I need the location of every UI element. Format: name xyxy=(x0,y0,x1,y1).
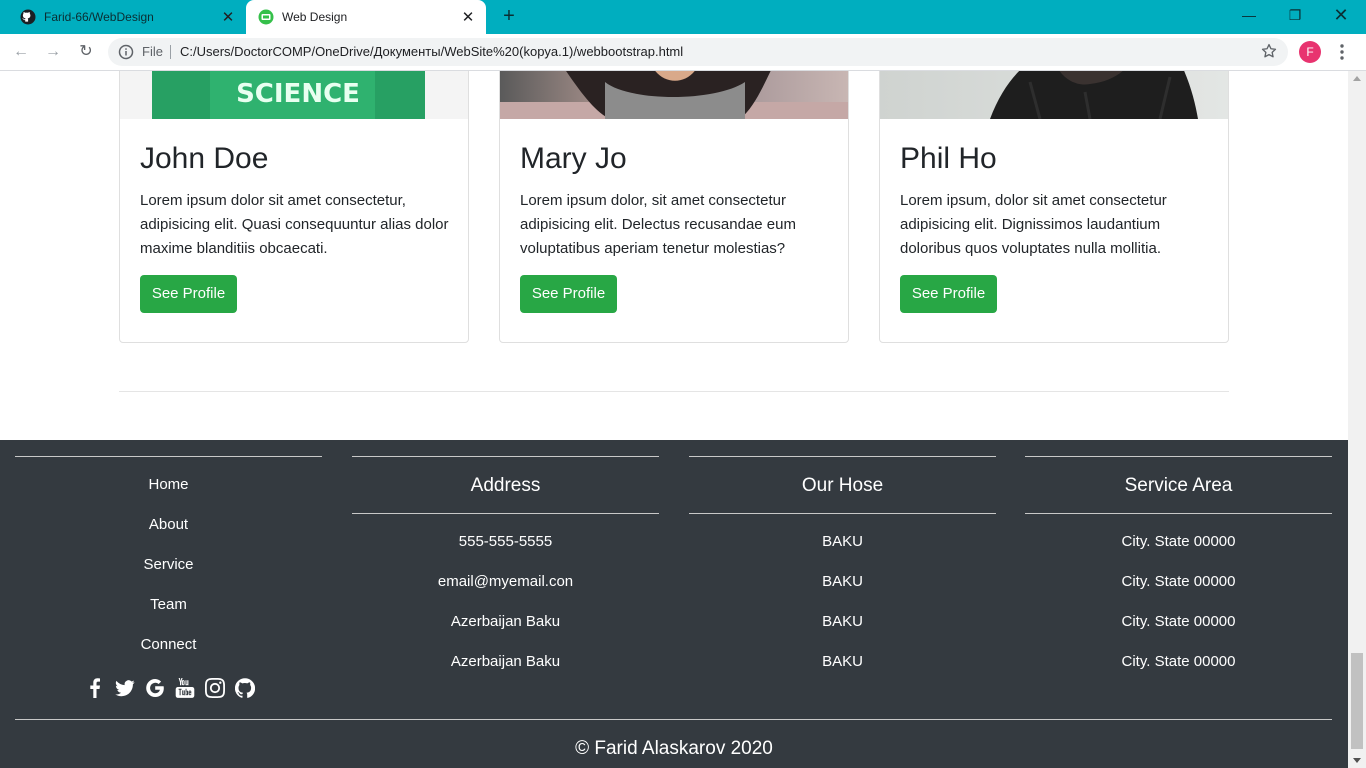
mary-jo-photo xyxy=(500,71,848,119)
column-top-line xyxy=(15,456,322,457)
see-profile-button[interactable]: See Profile xyxy=(520,275,617,313)
footer-bottom-line xyxy=(15,719,1332,720)
card-name: Phil Ho xyxy=(900,142,997,175)
page-viewport: SCIENCE John Doe Lorem ipsum dolor sit a… xyxy=(0,71,1348,768)
footer-link-team[interactable]: Team xyxy=(15,596,322,613)
column-top-line xyxy=(1025,456,1332,457)
service-area-item: City. State 00000 xyxy=(1121,533,1236,550)
scroll-down-arrow-icon[interactable] xyxy=(1353,758,1361,763)
column-top-line xyxy=(689,456,996,457)
service-area-item: City. State 00000 xyxy=(1121,573,1236,590)
tab-farid-webdesign[interactable]: Farid-66/WebDesign ✕ xyxy=(8,0,246,34)
forward-arrow-icon[interactable]: → xyxy=(42,41,64,63)
card-text: Lorem ipsum, dolor sit amet consectetur … xyxy=(900,192,1167,257)
info-icon[interactable] xyxy=(118,44,134,60)
heading-underline xyxy=(352,513,659,514)
heading-underline xyxy=(689,513,996,514)
file-label: File xyxy=(142,44,163,59)
twitter-icon[interactable] xyxy=(115,678,135,698)
footer-link-about[interactable]: About xyxy=(15,516,322,533)
address-separator xyxy=(170,45,171,59)
bookmark-star-icon[interactable] xyxy=(1260,42,1278,60)
facebook-icon[interactable] xyxy=(85,678,105,698)
footer-link-service[interactable]: Service xyxy=(15,556,322,573)
browser-toolbar: ← → ↻ File C:/Users/DoctorCOMP/OneDrive/… xyxy=(0,34,1366,71)
tab-title: Web Design xyxy=(282,10,348,24)
page-scrollbar[interactable] xyxy=(1348,71,1366,768)
youtube-icon[interactable] xyxy=(175,678,195,698)
more-menu-icon[interactable] xyxy=(1334,41,1350,63)
address-item: Azerbaijan Baku xyxy=(450,613,561,630)
hose-item: BAKU xyxy=(822,613,863,630)
social-icons xyxy=(85,676,255,700)
google-icon[interactable] xyxy=(145,678,165,698)
tab-web-design[interactable]: Web Design ✕ xyxy=(246,0,486,34)
service-area-item: City. State 00000 xyxy=(1121,613,1236,630)
web-design-favicon-icon xyxy=(258,9,274,25)
back-arrow-icon[interactable]: ← xyxy=(10,41,32,63)
instagram-icon[interactable] xyxy=(205,678,225,698)
github-icon[interactable] xyxy=(235,678,255,698)
see-profile-button[interactable]: See Profile xyxy=(140,275,237,313)
team-card: Mary Jo Lorem ipsum dolor, sit amet cons… xyxy=(499,71,849,343)
column-heading: Address xyxy=(470,475,541,496)
column-heading: Service Area xyxy=(1124,475,1233,496)
hose-item: BAKU xyxy=(822,533,863,550)
url-text[interactable]: C:/Users/DoctorCOMP/OneDrive/Документы/W… xyxy=(180,44,683,59)
address-item: email@myemail.con xyxy=(437,573,574,590)
team-card: SCIENCE John Doe Lorem ipsum dolor sit a… xyxy=(119,71,469,343)
shirt-text: SCIENCE xyxy=(236,79,360,109)
card-text: Lorem ipsum dolor sit amet consectetur, … xyxy=(140,192,449,257)
tab-close-icon[interactable]: ✕ xyxy=(456,8,480,26)
tab-close-icon[interactable]: ✕ xyxy=(216,8,240,26)
github-favicon-icon xyxy=(20,9,36,25)
phil-ho-photo xyxy=(880,71,1228,119)
section-divider xyxy=(119,391,1229,392)
address-item: 555-555-5555 xyxy=(458,533,553,550)
card-name: John Doe xyxy=(140,142,269,175)
hose-item: BAKU xyxy=(822,653,863,670)
minimize-icon[interactable]: — xyxy=(1226,0,1272,30)
card-text: Lorem ipsum dolor, sit amet consectetur … xyxy=(520,192,796,257)
card-name: Mary Jo xyxy=(520,142,627,175)
heading-underline xyxy=(1025,513,1332,514)
restore-icon[interactable]: ❐ xyxy=(1272,0,1318,30)
tab-title: Farid-66/WebDesign xyxy=(44,10,154,24)
john-doe-photo: SCIENCE xyxy=(120,71,468,119)
browser-tab-bar: Farid-66/WebDesign ✕ Web Design ✕ + — ❐ … xyxy=(0,0,1366,34)
profile-avatar[interactable]: F xyxy=(1299,41,1321,63)
column-top-line xyxy=(352,456,659,457)
footer-link-connect[interactable]: Connect xyxy=(15,636,322,653)
reload-icon[interactable]: ↻ xyxy=(75,41,97,63)
scrollbar-thumb[interactable] xyxy=(1351,653,1363,749)
close-window-icon[interactable]: ✕ xyxy=(1318,0,1364,30)
new-tab-button[interactable]: + xyxy=(498,5,520,27)
hose-item: BAKU xyxy=(822,573,863,590)
footer: Home About Service Team Connect Address … xyxy=(0,440,1348,768)
team-card: Phil Ho Lorem ipsum, dolor sit amet cons… xyxy=(879,71,1229,343)
see-profile-button[interactable]: See Profile xyxy=(900,275,997,313)
scroll-up-arrow-icon[interactable] xyxy=(1353,76,1361,81)
address-bar[interactable]: File C:/Users/DoctorCOMP/OneDrive/Докуме… xyxy=(108,38,1288,66)
address-item: Azerbaijan Baku xyxy=(450,653,561,670)
footer-link-home[interactable]: Home xyxy=(15,476,322,493)
service-area-item: City. State 00000 xyxy=(1121,653,1236,670)
column-heading: Our Hose xyxy=(801,475,884,496)
copyright-text: © Farid Alaskarov 2020 xyxy=(575,738,773,759)
